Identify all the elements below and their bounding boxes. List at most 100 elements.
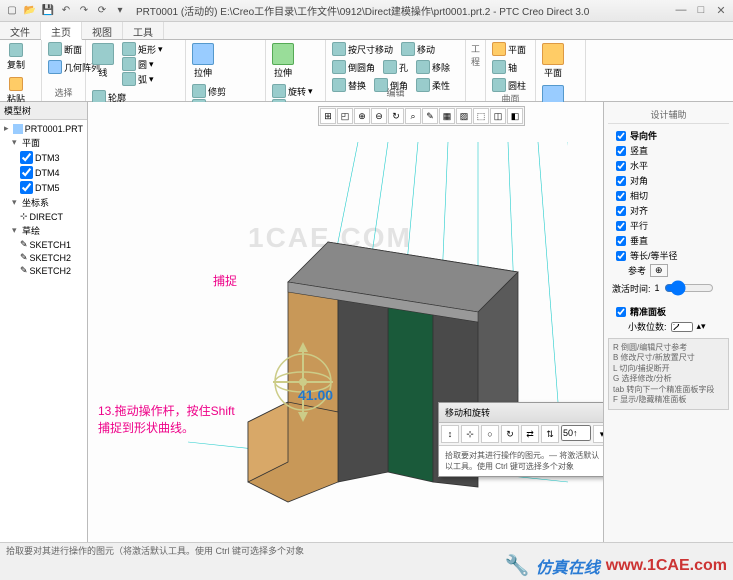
tree-group-sketch[interactable]: ▾草绘	[2, 223, 85, 238]
line-button[interactable]: 线	[90, 42, 116, 86]
tree-group-csys[interactable]: ▾坐标系	[2, 195, 85, 210]
ribbon-group-clipboard: 复制 粘贴 剪贴板	[0, 40, 42, 101]
extrude-button[interactable]: 拉伸	[190, 42, 216, 80]
model-tree: ▸PRT0001.PRT ▾平面 DTM3 DTM4 DTM5 ▾坐标系 ⊹DI…	[0, 120, 87, 279]
tan-check[interactable]	[616, 191, 626, 201]
hole-button[interactable]: 孔	[381, 60, 410, 74]
rect-button[interactable]: 矩形▾	[120, 42, 165, 56]
mp-btn[interactable]: ⇄	[521, 425, 539, 443]
rev-button[interactable]: 旋转▾	[270, 84, 315, 98]
quick-access-toolbar: ▢ 📂 💾 ↶ ↷ ⟳ ▾	[4, 3, 128, 19]
view-btn[interactable]: ✎	[422, 108, 438, 124]
arc-button[interactable]: 弧▾	[120, 72, 165, 86]
new-icon[interactable]: ▢	[4, 3, 20, 19]
window-controls: — □ ✕	[673, 4, 729, 17]
3d-canvas[interactable]: ⊞ ◰ ⊕ ⊖ ↻ ⌕ ✎ ▦ ▨ ⬚ ◫ ◧ 1CAE.COM	[88, 102, 603, 542]
footer-brand: 🔧 仿真在线 www.1CAE.com	[505, 553, 727, 578]
mp-btn[interactable]: ↻	[501, 425, 519, 443]
view-btn[interactable]: ▦	[439, 108, 455, 124]
align-check[interactable]	[616, 206, 626, 216]
model-tree-panel: 模型树 ▸PRT0001.PRT ▾平面 DTM3 DTM4 DTM5 ▾坐标系…	[0, 102, 88, 542]
precise-check[interactable]	[616, 307, 626, 317]
ribbon-group-surface: 平面 轴 圆柱 曲面	[486, 40, 536, 101]
view-btn[interactable]: ▨	[456, 108, 472, 124]
tree-item[interactable]: ✎SKETCH2	[2, 264, 85, 277]
save-icon[interactable]: 💾	[40, 3, 56, 19]
ribbon-group-eng: 工程	[466, 40, 486, 101]
view-btn[interactable]: ◰	[337, 108, 353, 124]
view-btn[interactable]: ⊞	[320, 108, 336, 124]
view-btn[interactable]: ⬚	[473, 108, 489, 124]
windows-icon[interactable]: ▾	[112, 3, 128, 19]
section-button[interactable]: 断面	[46, 42, 84, 56]
tree-root[interactable]: ▸PRT0001.PRT	[2, 122, 85, 135]
copy-button[interactable]: 复制	[4, 42, 28, 72]
tree-item[interactable]: DTM4	[2, 165, 85, 180]
mp-btn[interactable]: ▾	[593, 425, 603, 443]
undo-icon[interactable]: ↶	[58, 3, 74, 19]
move-panel-hint: 拾取要对其进行操作的图元。— 将激活默认 以工具。使用 Ctrl 键可选择多个对…	[439, 446, 603, 476]
titlebar: ▢ 📂 💾 ↶ ↷ ⟳ ▾ PRT0001 (活动的) E:\Creo工作目录\…	[0, 0, 733, 22]
redo-icon[interactable]: ↷	[76, 3, 92, 19]
mp-btn[interactable]: ⊹	[461, 425, 479, 443]
tree-item[interactable]: DTM5	[2, 180, 85, 195]
extrude2-button[interactable]: 拉伸	[270, 42, 296, 80]
movedim-button[interactable]: 按尺寸移动	[330, 42, 395, 56]
horiz-check[interactable]	[616, 161, 626, 171]
para-check[interactable]	[616, 221, 626, 231]
view-btn[interactable]: ◫	[490, 108, 506, 124]
tree-item[interactable]: DTM3	[2, 150, 85, 165]
view-btn[interactable]: ⌕	[405, 108, 421, 124]
trim-button[interactable]: 修剪	[190, 84, 255, 98]
diag-check[interactable]	[616, 176, 626, 186]
view-btn[interactable]: ⊕	[354, 108, 370, 124]
plane-button[interactable]: 平面	[490, 42, 528, 56]
instruction-text: 13.拖动操作杆，按住Shift 捕捉到形状曲线。	[98, 402, 235, 436]
minimize-icon[interactable]: —	[673, 4, 689, 17]
guide-check[interactable]	[616, 131, 626, 141]
move-rotate-panel[interactable]: 移动和旋转 ↕ ⊹ ○ ↻ ⇄ ⇅ ▾ ⊕ ◧ 拾取要对其进行操作的图元。— 将…	[438, 402, 603, 477]
activate-slider[interactable]	[664, 280, 714, 296]
maximize-icon[interactable]: □	[693, 4, 709, 17]
close-icon[interactable]: ✕	[713, 4, 729, 17]
snap-label: 捕捉	[213, 272, 237, 289]
dimension-value[interactable]: 41.00	[298, 387, 333, 403]
eq-check[interactable]	[616, 251, 626, 261]
decimals-input[interactable]	[671, 322, 693, 332]
mp-input[interactable]	[561, 425, 591, 441]
open-icon[interactable]: 📂	[22, 3, 38, 19]
tab-home[interactable]: 主页	[41, 22, 82, 40]
axis-button[interactable]: 轴	[490, 60, 519, 74]
view-btn[interactable]: ◧	[507, 108, 523, 124]
cyl-button[interactable]: 圆柱	[490, 78, 528, 92]
vert-check[interactable]	[616, 146, 626, 156]
remove-button[interactable]: 移除	[414, 60, 452, 74]
perp-check[interactable]	[616, 236, 626, 246]
tab-file[interactable]: 文件	[0, 22, 41, 39]
view-toolbar: ⊞ ◰ ⊕ ⊖ ↻ ⌕ ✎ ▦ ▨ ⬚ ◫ ◧	[318, 106, 525, 126]
ribbon-group-sketch: 线 矩形▾ 圆▾ 弧▾ 轮廓 样条 投影 草绘	[86, 40, 186, 101]
ribbon-tabs: 文件 主页 视图 工具	[0, 22, 733, 40]
move-button[interactable]: 移动	[399, 42, 437, 56]
ribbon-group-select: 断面 几何阵列 选择	[42, 40, 86, 101]
move-panel-toolbar: ↕ ⊹ ○ ↻ ⇄ ⇅ ▾ ⊕ ◧	[439, 423, 603, 446]
regen-icon[interactable]: ⟳	[94, 3, 110, 19]
round-button[interactable]: 倒圆角	[330, 60, 377, 74]
move-panel-title[interactable]: 移动和旋转	[439, 403, 603, 423]
view-btn[interactable]: ⊖	[371, 108, 387, 124]
tab-tools[interactable]: 工具	[123, 22, 164, 39]
circle-button[interactable]: 圆▾	[120, 57, 165, 71]
mp-btn[interactable]: ○	[481, 425, 499, 443]
tree-item[interactable]: ✎SKETCH2	[2, 251, 85, 264]
tab-view[interactable]: 视图	[82, 22, 123, 39]
legend-box: R 倒圆/编辑尺寸参考 B 修改尺寸/新放置尺寸 L 切向/捕捉断开 G 选择修…	[608, 338, 729, 410]
view-btn[interactable]: ↻	[388, 108, 404, 124]
design-aids-panel: 设计辅助 导向件 竖直 水平 对角 相切 对齐 平行 垂直 等长/等半径 参考 …	[603, 102, 733, 542]
tree-item[interactable]: ✎SKETCH1	[2, 238, 85, 251]
window-title: PRT0001 (活动的) E:\Creo工作目录\工作文件\0912\Dire…	[128, 3, 673, 18]
mp-btn[interactable]: ⇅	[541, 425, 559, 443]
plane2-button[interactable]: 平面	[540, 42, 566, 80]
mp-btn[interactable]: ↕	[441, 425, 459, 443]
tree-item[interactable]: ⊹DIRECT	[2, 210, 85, 223]
tree-group-planes[interactable]: ▾平面	[2, 135, 85, 150]
